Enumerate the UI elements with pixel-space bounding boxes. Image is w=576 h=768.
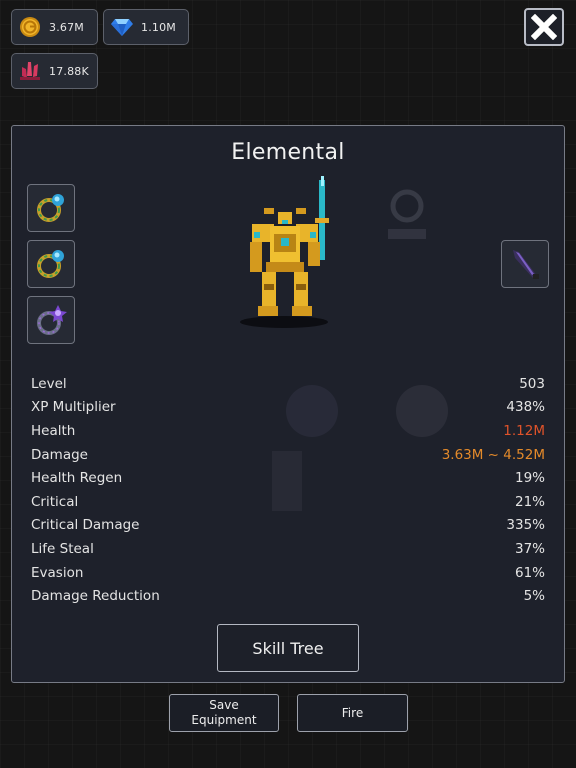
fire-label: Fire	[341, 705, 364, 720]
hero-stats-panel: Elemental Level 503 XP Multiplier 438% H…	[11, 125, 565, 683]
stat-label: Damage	[31, 446, 88, 463]
stat-value: 5%	[523, 588, 545, 605]
emerald-ring-icon	[37, 250, 64, 278]
dark-blade-icon	[513, 250, 539, 279]
stat-label: Damage Reduction	[31, 588, 160, 605]
save-equipment-label-line2: Equipment	[191, 713, 257, 727]
stat-row: Damage Reduction 5%	[31, 584, 545, 608]
fire-button[interactable]: Fire	[297, 694, 408, 732]
crystal-amount: 17.88K	[49, 64, 89, 78]
stat-label: Critical Damage	[31, 517, 140, 534]
hero-sprite	[232, 172, 342, 332]
stat-value: 61%	[514, 564, 545, 581]
stat-value: 21%	[514, 493, 545, 510]
skill-tree-button[interactable]: Skill Tree	[217, 624, 359, 672]
diamond-icon	[107, 12, 137, 42]
background-sprite-decoration	[382, 184, 432, 248]
stat-value: 503	[519, 375, 545, 392]
stat-value: 37%	[514, 540, 545, 557]
stat-value: 3.63M ~ 4.52M	[441, 446, 545, 463]
save-equipment-button[interactable]: Save Equipment	[169, 694, 279, 732]
stat-row: Critical 21%	[31, 490, 545, 514]
stat-value: 438%	[506, 399, 545, 416]
stat-row: Level 503	[31, 372, 545, 396]
stat-label: Health	[31, 422, 76, 439]
stat-label: XP Multiplier	[31, 399, 116, 416]
stat-row: Critical Damage 335%	[31, 514, 545, 538]
amethyst-ring-icon	[37, 305, 67, 335]
hero-name: Elemental	[231, 140, 345, 165]
gem-counter: 1.10M	[103, 9, 189, 45]
close-button[interactable]	[524, 8, 564, 46]
ring-slot-2[interactable]	[27, 240, 75, 288]
stat-row: Damage 3.63M ~ 4.52M	[31, 443, 545, 467]
ring-slot-3[interactable]	[27, 296, 75, 344]
save-equipment-label-line1: Save	[209, 698, 239, 712]
ring-slot-1[interactable]	[27, 184, 75, 232]
stat-label: Health Regen	[31, 470, 123, 487]
stat-row: Evasion 61%	[31, 561, 545, 585]
red-crystal-icon	[15, 56, 45, 86]
crystal-counter: 17.88K	[11, 53, 98, 89]
stat-value: 335%	[506, 517, 545, 534]
stat-label: Level	[31, 375, 67, 392]
stat-value: 19%	[514, 470, 545, 487]
skill-tree-label: Skill Tree	[252, 638, 324, 658]
weapon-slot[interactable]	[501, 240, 549, 288]
stat-value: 1.12M	[503, 422, 545, 439]
emerald-ring-icon	[37, 194, 64, 222]
stat-row: Health 1.12M	[31, 419, 545, 443]
stat-label: Life Steal	[31, 540, 94, 557]
gold-counter: 3.67M	[11, 9, 98, 45]
golden-armor-knight-icon	[240, 176, 329, 328]
stats-list: Level 503 XP Multiplier 438% Health 1.12…	[31, 372, 545, 608]
stat-label: Critical	[31, 493, 79, 510]
close-icon	[531, 14, 557, 40]
stat-row: XP Multiplier 438%	[31, 396, 545, 420]
stat-row: Health Regen 19%	[31, 466, 545, 490]
gem-amount: 1.10M	[141, 20, 176, 34]
gold-amount: 3.67M	[49, 20, 84, 34]
stat-label: Evasion	[31, 564, 84, 581]
stat-row: Life Steal 37%	[31, 537, 545, 561]
gold-coin-icon	[15, 12, 45, 42]
